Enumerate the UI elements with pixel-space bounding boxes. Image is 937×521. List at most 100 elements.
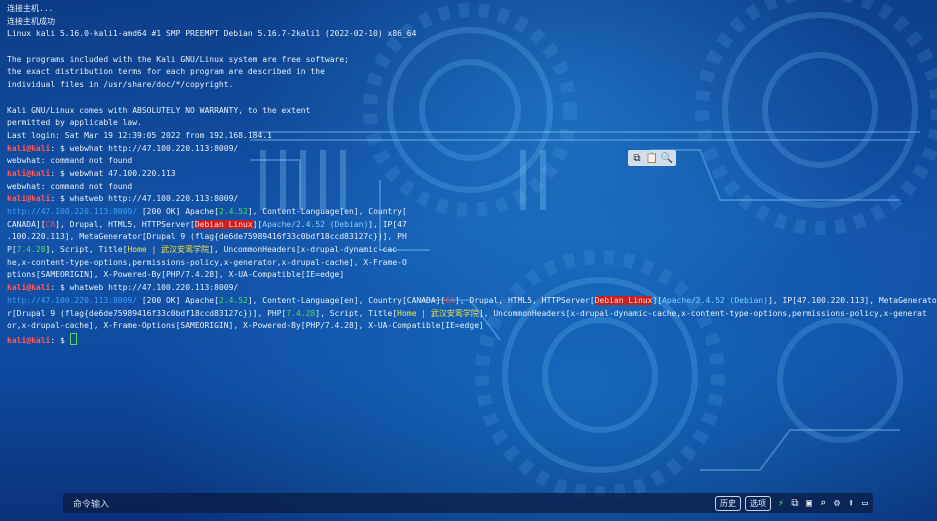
terminal-text: : $ webwhat 47.100.220.113	[50, 168, 176, 178]
terminal-output[interactable]: 连接主机... 连接主机成功 Linux kali 5.16.0-kali1-amd…	[7, 3, 937, 346]
terminal-line: individual files in /usr/share/doc/*/cop…	[7, 79, 927, 92]
terminal-text: ], UncommonHeaders[x-drupal-dynamic-cac	[209, 245, 397, 255]
terminal-text: 连接主机成功	[7, 16, 55, 26]
terminal-line: Kali GNU/Linux comes with ABSOLUTELY NO …	[7, 105, 927, 118]
terminal-text: permitted by applicable law.	[7, 118, 142, 128]
terminal-line: CANADA][CA], Drupal, HTML5, HTTPServer[D…	[7, 219, 927, 232]
terminal-text: Home | 武汉安鸾学院	[397, 308, 479, 318]
history-button[interactable]: 历史	[715, 495, 741, 511]
paste-icon[interactable]: 📋	[645, 151, 659, 165]
options-button[interactable]: 选项	[745, 495, 771, 511]
terminal-text: 2.4.52	[218, 295, 248, 305]
gear-icon[interactable]: ⚙	[831, 496, 843, 510]
terminal-text: Home | 武汉安鸾学院	[127, 245, 210, 255]
terminal-text: : $ webwhat http://47.100.220.113:8009/	[50, 143, 239, 153]
terminal-text: r[Drupal 9 (flag{de6de75989416f33c0bdf18…	[7, 308, 287, 318]
terminal-text: ][	[652, 295, 663, 305]
arrow-up-icon[interactable]: ⬆	[845, 496, 857, 510]
prompt-user: kali@kali	[7, 168, 51, 178]
terminal-text: ], UncommonHeaders[x-drupal-dynamic-cach…	[478, 308, 927, 318]
terminal-text: ], Drupal, HTML5, HTTPServer[	[454, 295, 595, 305]
terminal-text: : $	[50, 335, 70, 345]
cursor	[69, 332, 77, 345]
terminal-line: ptions[SAMEORIGIN], X-Powered-By[PHP/7.4…	[7, 269, 927, 282]
copy-icon[interactable]: ⧉	[630, 151, 644, 165]
command-input-bar[interactable]: 命令输入 历史 选项 ⚡ ⧉ ▣ ⌕ ⚙ ⬆ ▭	[63, 493, 873, 513]
terminal-line: kali@kali: $ whatweb http://47.100.220.1…	[7, 282, 927, 295]
url-text: http://47.100.220.113:8009/	[7, 207, 138, 216]
terminal-line: The programs included with the Kali GNU/…	[7, 54, 927, 67]
terminal-text: webwhat: command not found	[7, 156, 133, 166]
terminal-line: kali@kali: $	[7, 332, 927, 346]
terminal-line: permitted by applicable law.	[7, 117, 927, 130]
terminal-text: CA	[45, 219, 56, 229]
terminal-line: http://47.100.220.113:8009/ [200 OK] Apa…	[7, 295, 937, 308]
terminal-text: Linux kali 5.16.0-kali1-amd64 #1 SMP PRE…	[7, 29, 417, 39]
terminal-text: 7.4.28	[16, 245, 46, 255]
terminal-text: .100.220.113], MetaGenerator[Drupal 9 (f…	[7, 232, 407, 242]
url-text: http://47.100.220.113:8009/	[7, 295, 138, 305]
terminal-text: CA	[445, 295, 455, 305]
terminal-text: he,x-content-type-options,permissions-po…	[7, 257, 407, 267]
terminal-line: or,x-drupal-cache], X-Frame-Options[SAME…	[7, 320, 927, 333]
terminal-line: r[Drupal 9 (flag{de6de75989416f33c0bdf18…	[7, 308, 927, 321]
terminal-line: http://47.100.220.113:8009/ [200 OK] Apa…	[7, 206, 927, 219]
paste-icon[interactable]: ▣	[803, 496, 815, 510]
terminal-line: Last login: Sat Mar 19 12:39:05 2022 fro…	[7, 130, 927, 143]
terminal-line: he,x-content-type-options,permissions-po…	[7, 257, 927, 270]
terminal-line: .100.220.113], MetaGenerator[Drupal 9 (f…	[7, 231, 927, 244]
terminal-text: ], IP[47.100.220.113], MetaGenerato	[768, 295, 937, 305]
terminal-line: kali@kali: $ webwhat 47.100.220.113	[7, 168, 927, 181]
terminal-text: ], Script, Title[	[315, 308, 398, 318]
terminal-line: P[7.4.28], Script, Title[Home | 武汉安鸾学院],…	[7, 244, 927, 257]
search-icon[interactable]: ⌕	[817, 496, 829, 510]
terminal-line: webwhat: command not found	[7, 181, 927, 194]
terminal-text: The programs included with the Kali GNU/…	[7, 54, 349, 64]
terminal-text: : $ whatweb http://47.100.220.113:8009/	[50, 283, 239, 293]
terminal-line: 连接主机成功	[7, 16, 927, 29]
terminal-line: 连接主机...	[7, 3, 927, 16]
lightning-icon[interactable]: ⚡	[775, 496, 787, 510]
window-icon[interactable]: ▭	[859, 496, 871, 510]
terminal-text: ], Content-Language[en], Country[CANADA]…	[247, 295, 446, 305]
terminal-text: [200 OK] Apache[	[137, 207, 219, 216]
terminal-text: ], Drupal, HTML5, HTTPServer[	[55, 219, 195, 229]
terminal-text: [200 OK] Apache[	[137, 295, 219, 305]
terminal-text: 连接主机...	[7, 4, 54, 13]
prompt-user: kali@kali	[7, 283, 51, 293]
selection-toolbar: ⧉ 📋 🔍	[628, 150, 676, 166]
terminal-text: 7.4.28	[286, 308, 316, 318]
terminal-text: the exact distribution terms for each pr…	[7, 67, 325, 77]
terminal-text: CANADA][	[7, 219, 46, 229]
terminal-line: kali@kali: $ webwhat http://47.100.220.1…	[7, 143, 927, 156]
terminal-text: : $ whatweb http://47.100.220.113:8009/	[50, 194, 239, 204]
terminal-text: Debian Linux	[194, 219, 253, 229]
copy-icon[interactable]: ⧉	[789, 496, 801, 510]
terminal-text: ptions[SAMEORIGIN], X-Powered-By[PHP/7.4…	[7, 270, 345, 280]
terminal-text: ], Script, Title[	[45, 245, 128, 255]
command-input[interactable]: 命令输入	[73, 497, 715, 510]
terminal-text: Apache/2.4.52 (Debian)	[262, 219, 369, 229]
terminal-line: the exact distribution terms for each pr…	[7, 66, 927, 79]
terminal-text: ], IP[47	[368, 219, 407, 229]
prompt-user: kali@kali	[7, 194, 51, 204]
terminal-text: ][	[252, 219, 263, 229]
terminal-text: Last login: Sat Mar 19 12:39:05 2022 fro…	[7, 130, 272, 140]
terminal-text: Apache/2.4.52 (Debian)	[662, 295, 769, 305]
terminal-line: kali@kali: $ whatweb http://47.100.220.1…	[7, 193, 927, 206]
terminal-text: individual files in /usr/share/doc/*/cop…	[7, 80, 234, 90]
terminal-line: webwhat: command not found	[7, 155, 927, 168]
terminal-text: ], Content-Language[en], Country[	[247, 207, 407, 216]
terminal-line: Linux kali 5.16.0-kali1-amd64 #1 SMP PRE…	[7, 28, 927, 41]
search-icon[interactable]: 🔍	[660, 151, 674, 165]
terminal-text: P[	[7, 245, 17, 255]
terminal-text: Kali GNU/Linux comes with ABSOLUTELY NO …	[7, 105, 311, 115]
terminal-text: or,x-drupal-cache], X-Frame-Options[SAME…	[7, 321, 484, 331]
terminal-text: 2.4.52	[218, 207, 248, 216]
terminal-text: Debian Linux	[594, 295, 653, 305]
prompt-user: kali@kali	[7, 143, 51, 153]
prompt-user: kali@kali	[7, 335, 51, 345]
terminal-text: webwhat: command not found	[7, 181, 133, 191]
